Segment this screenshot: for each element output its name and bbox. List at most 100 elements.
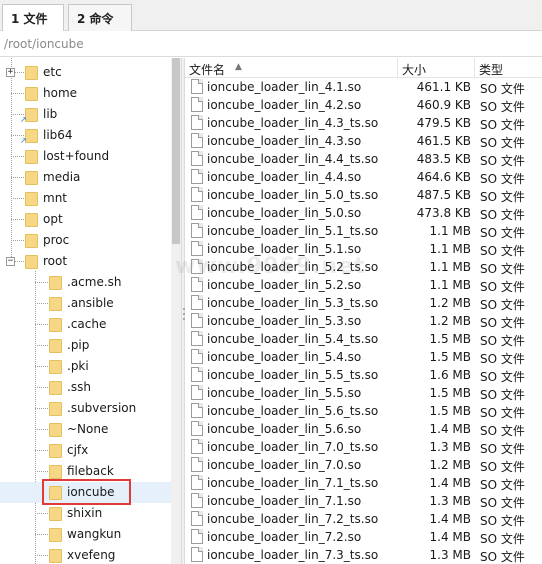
tree-scrollbar[interactable] bbox=[171, 58, 181, 564]
tree-item-pip[interactable]: .pip bbox=[0, 335, 171, 356]
file-row[interactable]: ioncube_loader_lin_5.3.so 1.2 MB SO 文件 bbox=[185, 312, 542, 330]
tree-item-lib64[interactable]: ↗ lib64 bbox=[0, 125, 171, 146]
file-row[interactable]: ioncube_loader_lin_5.1_ts.so 1.1 MB SO 文件 bbox=[185, 222, 542, 240]
file-icon bbox=[191, 133, 203, 148]
file-row[interactable]: ioncube_loader_lin_4.3.so 461.5 KB SO 文件 bbox=[185, 132, 542, 150]
tree-item-opt[interactable]: opt bbox=[0, 209, 171, 230]
file-icon bbox=[191, 457, 203, 472]
file-size: 1.6 MB bbox=[429, 368, 471, 382]
file-row[interactable]: ioncube_loader_lin_4.4_ts.so 483.5 KB SO 文… bbox=[185, 150, 542, 168]
file-type: SO 文件 bbox=[480, 82, 525, 96]
tab-files[interactable]: 1 文件 bbox=[2, 4, 64, 32]
file-row[interactable]: ioncube_loader_lin_7.0_ts.so 1.3 MB SO 文件 bbox=[185, 438, 542, 456]
file-row[interactable]: ioncube_loader_lin_7.1.so 1.3 MB SO 文件 bbox=[185, 492, 542, 510]
folder-icon bbox=[25, 192, 38, 206]
file-row[interactable]: ioncube_loader_lin_5.6.so 1.4 MB SO 文件 bbox=[185, 420, 542, 438]
path-input[interactable] bbox=[0, 33, 540, 55]
tree-item-media[interactable]: media bbox=[0, 167, 171, 188]
tree-item-proc[interactable]: proc bbox=[0, 230, 171, 251]
tree-item-acme-sh[interactable]: .acme.sh bbox=[0, 272, 171, 293]
file-icon bbox=[191, 169, 203, 184]
file-row[interactable]: ioncube_loader_lin_7.0.so 1.2 MB SO 文件 bbox=[185, 456, 542, 474]
file-size: 487.5 KB bbox=[416, 188, 471, 202]
tree-item-pki[interactable]: .pki bbox=[0, 356, 171, 377]
path-bar bbox=[0, 31, 542, 57]
file-row[interactable]: ioncube_loader_lin_5.4.so 1.5 MB SO 文件 bbox=[185, 348, 542, 366]
file-size: 483.5 KB bbox=[416, 152, 471, 166]
tab-commands[interactable]: 2 命令 bbox=[68, 4, 132, 31]
file-icon bbox=[191, 97, 203, 112]
file-row[interactable]: ioncube_loader_lin_5.2_ts.so 1.1 MB SO 文件 bbox=[185, 258, 542, 276]
file-size: 1.5 MB bbox=[429, 332, 471, 346]
file-type: SO 文件 bbox=[480, 208, 525, 222]
file-row[interactable]: ioncube_loader_lin_5.6_ts.so 1.5 MB SO 文件 bbox=[185, 402, 542, 420]
file-type: SO 文件 bbox=[480, 100, 525, 114]
file-type: SO 文件 bbox=[480, 370, 525, 384]
file-row[interactable]: ioncube_loader_lin_5.5_ts.so 1.6 MB SO 文件 bbox=[185, 366, 542, 384]
file-row[interactable]: ioncube_loader_lin_7.2_ts.so 1.4 MB SO 文件 bbox=[185, 510, 542, 528]
folder-icon bbox=[49, 360, 62, 374]
file-size: 1.1 MB bbox=[429, 260, 471, 274]
file-row[interactable]: ioncube_loader_lin_7.1_ts.so 1.4 MB SO 文件 bbox=[185, 474, 542, 492]
symlink-icon: ↗ bbox=[20, 115, 27, 124]
file-size: 1.2 MB bbox=[429, 314, 471, 328]
folder-icon bbox=[49, 402, 62, 416]
file-row[interactable]: ioncube_loader_lin_5.0.so 473.8 KB SO 文件 bbox=[185, 204, 542, 222]
tree-scrollbar-thumb[interactable] bbox=[172, 58, 180, 244]
column-header-type[interactable]: 类型 bbox=[475, 58, 542, 78]
column-header-name[interactable]: 文件名 ▲ bbox=[185, 58, 398, 78]
tree-item-wangkun[interactable]: wangkun bbox=[0, 524, 171, 545]
tree-item-label: .subversion bbox=[67, 401, 137, 415]
file-row[interactable]: ioncube_loader_lin_7.3_ts.so 1.3 MB SO 文件 bbox=[185, 546, 542, 564]
file-row[interactable]: ioncube_loader_lin_5.0_ts.so 487.5 KB SO 文… bbox=[185, 186, 542, 204]
folder-icon bbox=[49, 381, 62, 395]
file-name: ioncube_loader_lin_7.1.so bbox=[207, 494, 362, 508]
file-type: SO 文件 bbox=[480, 190, 525, 204]
tree-item-shixin[interactable]: shixin bbox=[0, 503, 171, 524]
file-row[interactable]: ioncube_loader_lin_5.3_ts.so 1.2 MB SO 文件 bbox=[185, 294, 542, 312]
file-name: ioncube_loader_lin_4.4_ts.so bbox=[207, 152, 379, 166]
expand-icon[interactable]: + bbox=[6, 68, 15, 77]
tree-item-xvefeng[interactable]: xvefeng bbox=[0, 545, 171, 564]
tree-item-ansible[interactable]: .ansible bbox=[0, 293, 171, 314]
file-name: ioncube_loader_lin_5.2_ts.so bbox=[207, 260, 379, 274]
file-row[interactable]: ioncube_loader_lin_7.2.so 1.4 MB SO 文件 bbox=[185, 528, 542, 546]
tree-item-ssh[interactable]: .ssh bbox=[0, 377, 171, 398]
file-row[interactable]: ioncube_loader_lin_4.2.so 460.9 KB SO 文件 bbox=[185, 96, 542, 114]
file-row[interactable]: ioncube_loader_lin_5.1.so 1.1 MB SO 文件 bbox=[185, 240, 542, 258]
file-row[interactable]: ioncube_loader_lin_4.4.so 464.6 KB SO 文件 bbox=[185, 168, 542, 186]
file-row[interactable]: ioncube_loader_lin_4.1.so 461.1 KB SO 文件 bbox=[185, 78, 542, 96]
collapse-icon[interactable]: − bbox=[6, 257, 15, 266]
folder-icon bbox=[49, 444, 62, 458]
tree-item-cache[interactable]: .cache bbox=[0, 314, 171, 335]
tree-item-cjfx[interactable]: cjfx bbox=[0, 440, 171, 461]
tree-item-home[interactable]: home bbox=[0, 83, 171, 104]
file-row[interactable]: ioncube_loader_lin_5.5.so 1.5 MB SO 文件 bbox=[185, 384, 542, 402]
file-icon bbox=[191, 367, 203, 382]
file-name: ioncube_loader_lin_4.2.so bbox=[207, 98, 362, 112]
file-icon bbox=[191, 439, 203, 454]
file-name: ioncube_loader_lin_5.1_ts.so bbox=[207, 224, 379, 238]
tree-item-mnt[interactable]: mnt bbox=[0, 188, 171, 209]
tree-item-subversion[interactable]: .subversion bbox=[0, 398, 171, 419]
file-icon bbox=[191, 331, 203, 346]
file-row[interactable]: ioncube_loader_lin_5.4_ts.so 1.5 MB SO 文件 bbox=[185, 330, 542, 348]
tree-item-lib[interactable]: ↗ lib bbox=[0, 104, 171, 125]
tree-item-etc[interactable]: + etc bbox=[0, 62, 171, 83]
tree-item-label: .pip bbox=[67, 338, 90, 352]
tree-item-lost-found[interactable]: lost+found bbox=[0, 146, 171, 167]
folder-icon bbox=[25, 255, 38, 269]
file-type: SO 文件 bbox=[480, 154, 525, 168]
file-row[interactable]: ioncube_loader_lin_4.3_ts.so 479.5 KB SO 文… bbox=[185, 114, 542, 132]
file-icon bbox=[191, 115, 203, 130]
tree-item-label: home bbox=[43, 86, 78, 100]
column-name-label: 文件名 bbox=[189, 63, 226, 77]
column-header-size[interactable]: 大小 bbox=[398, 58, 475, 78]
tree-item-label: root bbox=[43, 254, 68, 268]
tree-item-root[interactable]: − root bbox=[0, 251, 171, 272]
file-icon bbox=[191, 547, 203, 562]
tree-item-none[interactable]: ~None bbox=[0, 419, 171, 440]
tree-item-label: opt bbox=[43, 212, 63, 226]
file-size: 1.5 MB bbox=[429, 386, 471, 400]
file-row[interactable]: ioncube_loader_lin_5.2.so 1.1 MB SO 文件 bbox=[185, 276, 542, 294]
